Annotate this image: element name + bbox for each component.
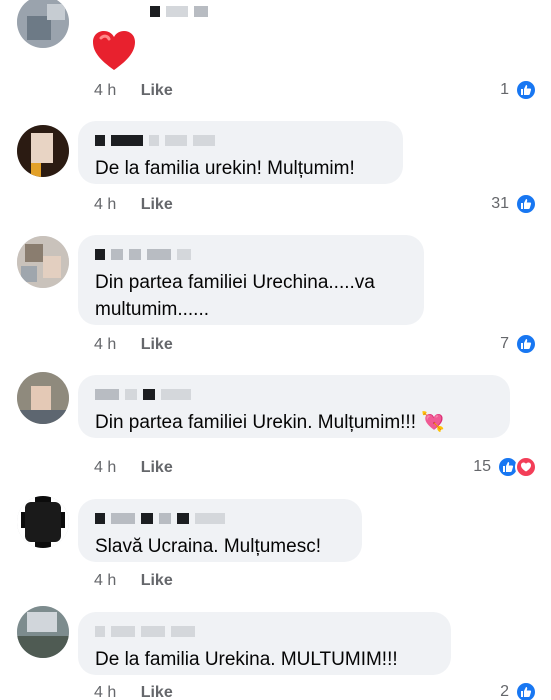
reaction-summary[interactable]: 2 [500, 681, 537, 700]
comment-text: Slavă Ucraina. Mulțumesc! [95, 536, 321, 557]
name-blurred [95, 133, 387, 147]
comment-meta: 4 h Like [94, 459, 173, 477]
comment-time[interactable]: 4 h [94, 684, 116, 700]
heart-icon [515, 456, 537, 478]
reaction-summary[interactable]: 7 [500, 333, 537, 355]
avatar[interactable] [17, 236, 69, 288]
like-link[interactable]: Like [141, 196, 173, 213]
avatar[interactable] [17, 0, 69, 48]
comment-meta: 4 h Like [94, 336, 173, 354]
like-link[interactable]: Like [141, 684, 173, 700]
avatar[interactable] [17, 606, 69, 658]
reaction-count: 2 [500, 683, 509, 700]
reaction-summary[interactable]: 15 [473, 456, 537, 478]
reaction-summary[interactable]: 1 [500, 79, 537, 101]
reaction-count: 31 [491, 195, 509, 212]
name-blurred [95, 247, 408, 261]
thumbs-up-icon [515, 333, 537, 355]
like-link[interactable]: Like [141, 336, 173, 353]
reaction-count: 15 [473, 458, 491, 475]
comment-meta: 4 h Like [94, 684, 173, 700]
thumbs-up-icon [515, 193, 537, 215]
heart-emoji [93, 31, 135, 70]
comment-time[interactable]: 4 h [94, 572, 116, 589]
thumbs-up-icon [515, 79, 537, 101]
avatar[interactable] [17, 125, 69, 177]
name-blurred [95, 624, 435, 638]
comment-bubble: Din partea familiei Urekin. Mulțumim!!! … [78, 375, 510, 438]
comment-bubble: De la familia urekin! Mulțumim! [78, 121, 403, 184]
reaction-count: 1 [500, 81, 509, 98]
avatar[interactable] [17, 496, 69, 548]
comment-meta: 4 h Like [94, 572, 173, 590]
comment-text: Din partea familiei Urekin. Mulțumim!!! … [95, 412, 445, 433]
reaction-count: 7 [500, 335, 509, 352]
avatar[interactable] [17, 372, 69, 424]
comment-text: De la familia Urekina. MULTUMIM!!! [95, 649, 398, 670]
reaction-summary[interactable]: 31 [491, 193, 537, 215]
like-link[interactable]: Like [141, 572, 173, 589]
comment-text: Din partea familiei Urechina.....va mult… [95, 272, 375, 320]
comment-time[interactable]: 4 h [94, 459, 116, 476]
comment-bubble: Din partea familiei Urechina.....va mult… [78, 235, 424, 325]
thumbs-up-icon [515, 681, 537, 700]
comment-meta: 4 h Like [94, 82, 173, 100]
name-blurred [95, 511, 346, 525]
comment-meta: 4 h Like [94, 196, 173, 214]
name-blurred [150, 4, 208, 18]
comment-text: De la familia urekin! Mulțumim! [95, 158, 355, 179]
comment-time[interactable]: 4 h [94, 196, 116, 213]
comment-time[interactable]: 4 h [94, 336, 116, 353]
comment-bubble: Slavă Ucraina. Mulțumesc! [78, 499, 362, 562]
comment-bubble: De la familia Urekina. MULTUMIM!!! [78, 612, 451, 675]
like-link[interactable]: Like [141, 82, 173, 99]
name-blurred [95, 387, 494, 401]
comment-time[interactable]: 4 h [94, 82, 116, 99]
like-link[interactable]: Like [141, 459, 173, 476]
